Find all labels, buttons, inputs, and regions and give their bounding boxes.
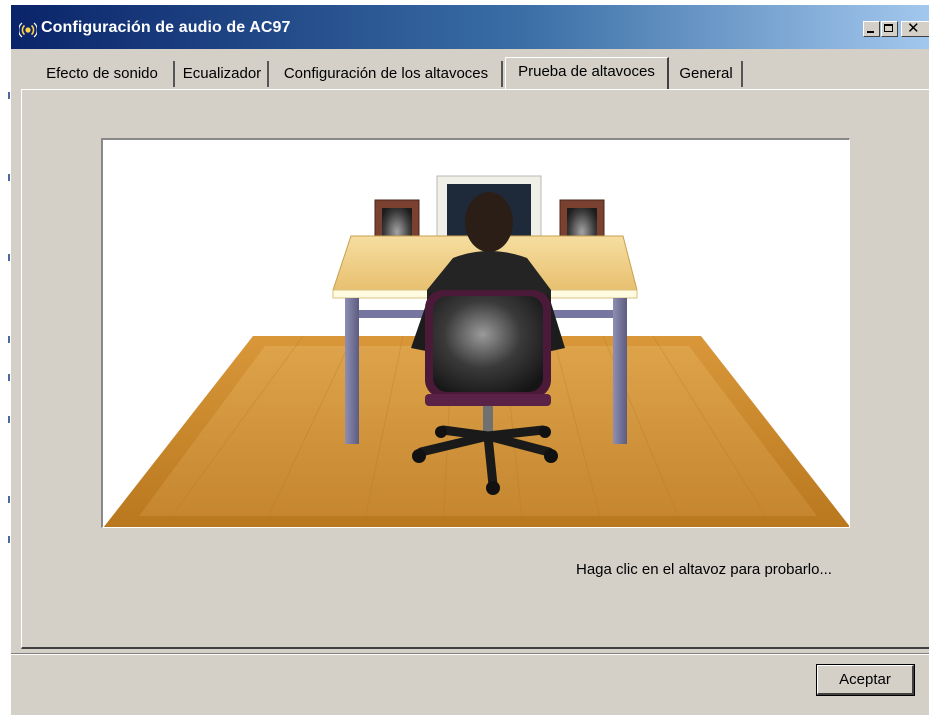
tab-label: Configuración de los altavoces: [283, 65, 489, 82]
tab-ecualizador[interactable]: Ecualizador: [177, 61, 269, 87]
minimize-button[interactable]: [863, 21, 880, 37]
speaker-test-hint: Haga clic en el altavoz para probarlo...: [576, 561, 832, 578]
tab-efecto-de-sonido[interactable]: Efecto de sonido: [31, 61, 175, 87]
audio-config-dialog: Configuración de audio de AC97 ✕ Efecto …: [10, 4, 929, 715]
speaker-waves-icon: [19, 22, 37, 38]
close-button[interactable]: ✕: [901, 20, 929, 37]
maximize-icon: [884, 24, 893, 32]
tab-label: Prueba de altavoces: [518, 63, 655, 80]
ok-button[interactable]: Aceptar: [816, 664, 915, 696]
minimize-icon: [867, 31, 874, 33]
tab-label: General: [679, 65, 733, 82]
tab-label: Efecto de sonido: [46, 65, 158, 82]
close-icon: ✕: [907, 20, 920, 37]
background-window-edge: [0, 0, 11, 704]
footer-divider: [11, 653, 929, 655]
tab-label: Ecualizador: [182, 65, 262, 82]
title-bar[interactable]: Configuración de audio de AC97 ✕: [11, 5, 929, 49]
maximize-button[interactable]: [881, 21, 898, 37]
tab-prueba-de-altavoces[interactable]: Prueba de altavoces: [505, 57, 669, 89]
window-title: Configuración de audio de AC97: [41, 19, 291, 36]
tab-general[interactable]: General: [671, 61, 743, 87]
tab-configuracion-altavoces[interactable]: Configuración de los altavoces: [271, 61, 503, 87]
speaker-test-scene: [101, 138, 850, 528]
